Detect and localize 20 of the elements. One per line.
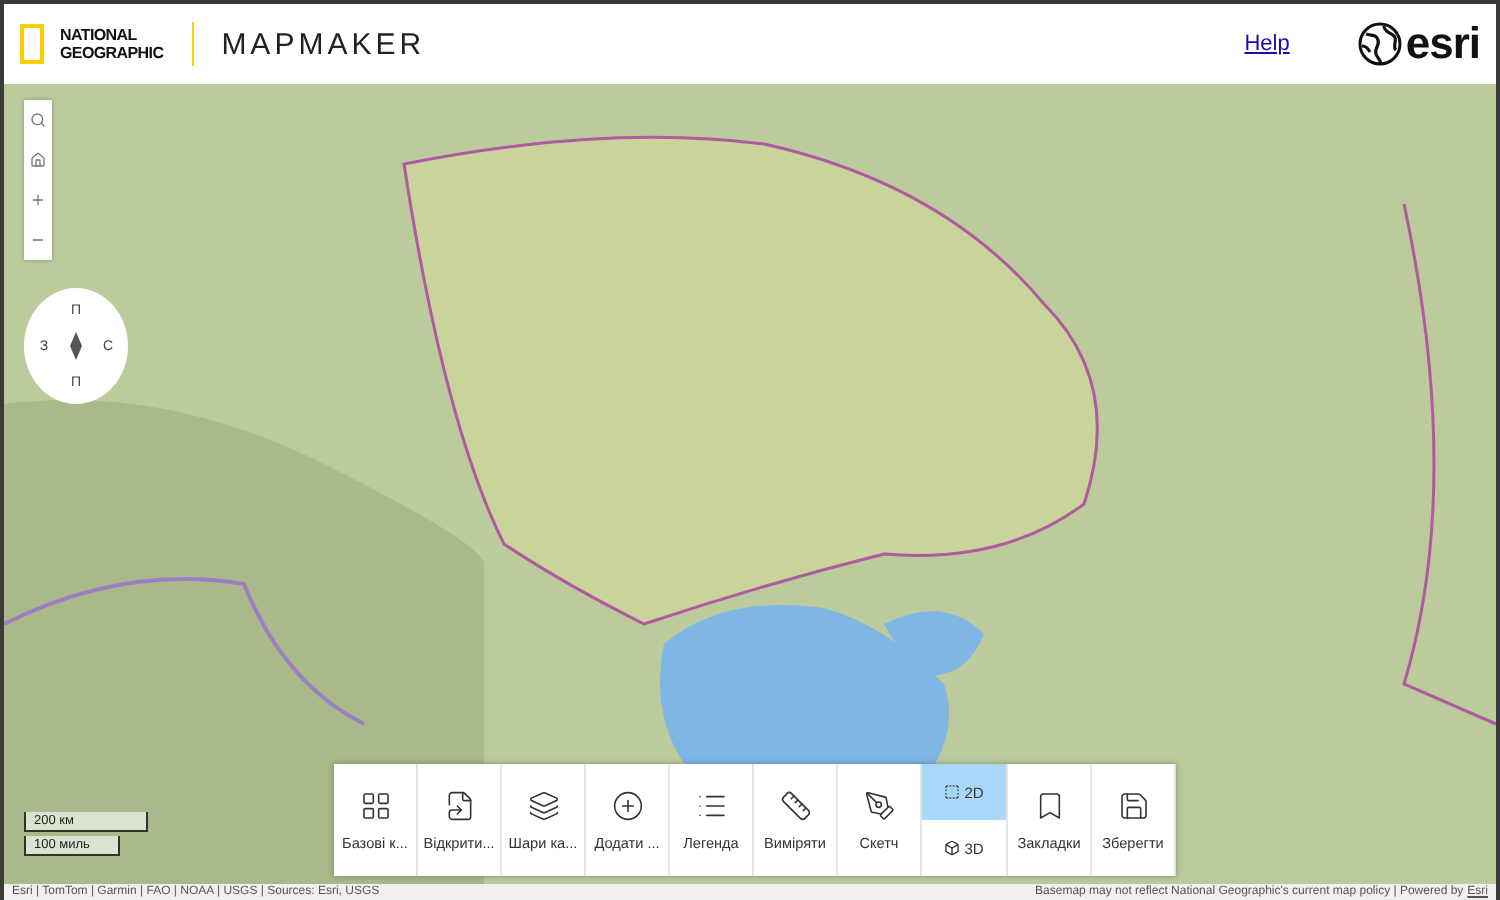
plus-circle-icon — [611, 789, 643, 821]
logo-text: NATIONAL GEOGRAPHIC — [60, 26, 164, 62]
help-link[interactable]: Help — [1244, 32, 1290, 56]
cube-icon — [944, 840, 961, 856]
brand-logo-text: esri — [1405, 18, 1480, 70]
app-title: MAPMAKER — [221, 27, 426, 61]
logo-frame-icon — [20, 24, 44, 64]
map-file-icon — [443, 789, 475, 821]
basemap-grid-icon — [359, 789, 391, 821]
globe-icon — [1357, 22, 1402, 66]
square-icon — [944, 784, 961, 800]
search-icon — [30, 112, 46, 128]
layers-icon — [527, 789, 559, 821]
home-icon — [30, 152, 46, 168]
ruler-icon — [779, 789, 811, 821]
pen-icon — [863, 789, 895, 821]
plus-icon — [30, 192, 46, 208]
save-icon — [1117, 789, 1149, 821]
search-button[interactable] — [24, 100, 52, 140]
compass-needle-icon — [70, 332, 82, 360]
